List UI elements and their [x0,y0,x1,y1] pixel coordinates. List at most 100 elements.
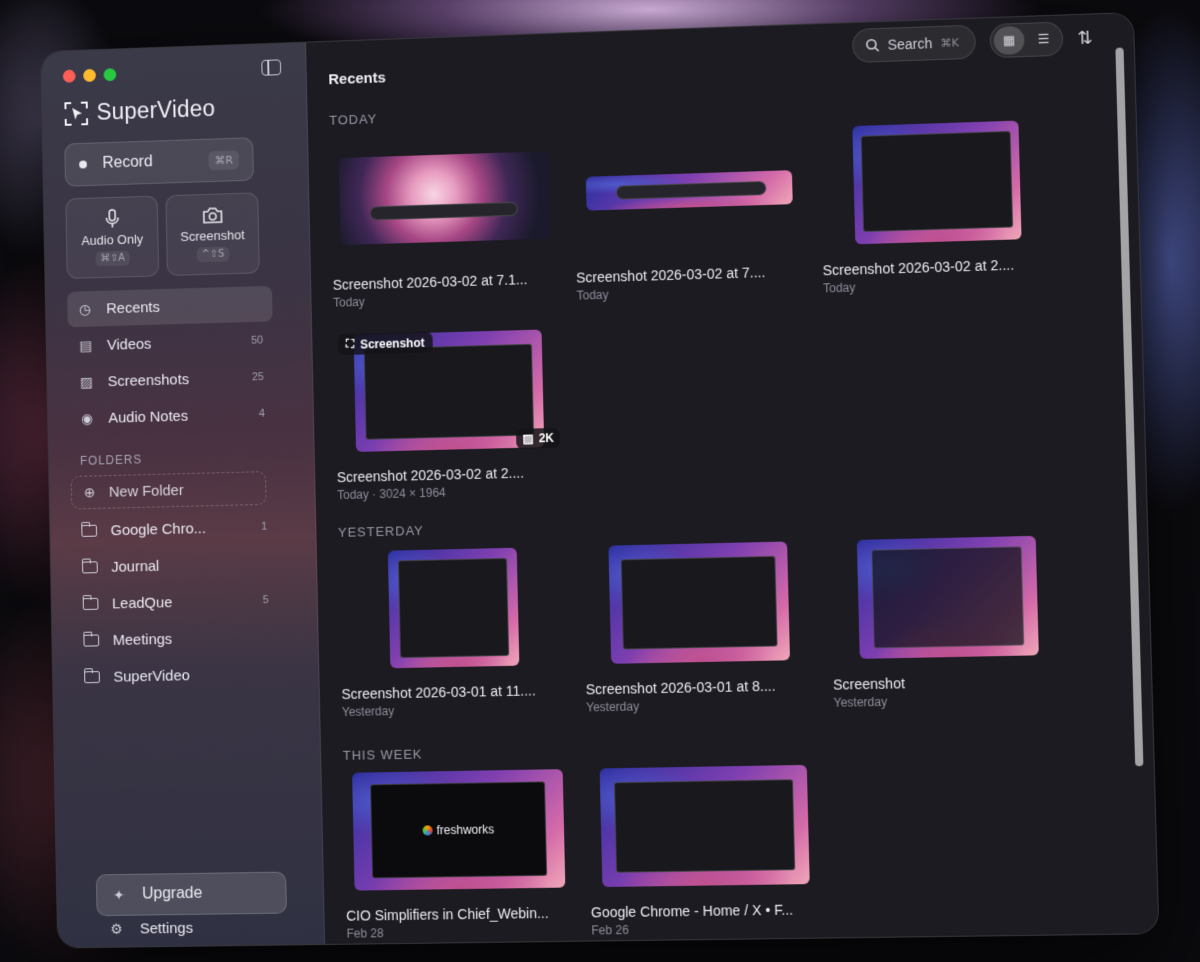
search-label: Search [887,35,932,53]
app-logo: SuperVideo [63,95,215,127]
thumbnail [819,114,1055,250]
app-window: SuperVideo Record ⌘R Audio Only ⌘⇧A Scre… [40,12,1159,949]
group-title-this-week: THIS WEEK [343,747,423,763]
item-title: Screenshot 2026-03-02 at 2.... [337,464,565,486]
sidebar-item-folder-leadque[interactable]: LeadQue 5 [73,582,279,622]
recent-item[interactable]: Screenshot Yesterday [829,530,1068,710]
folder-icon [83,598,99,610]
sidebar-toggle-icon[interactable] [261,59,281,75]
thumbnail: freshworks [343,764,574,896]
screenshot-button[interactable]: Screenshot ^⇧S [165,192,259,276]
nav-label: Audio Notes [108,406,245,426]
image-badge-icon: ▨ [522,431,534,445]
upgrade-label: Upgrade [142,884,272,904]
app-name: SuperVideo [96,95,215,126]
recent-item[interactable]: Screenshot 2026-03-01 at 8.... Yesterday [582,536,817,715]
thumbnail [587,760,822,893]
sidebar-item-folder-google-chrome[interactable]: Google Chro... 1 [71,509,277,549]
item-meta: Today · 3024 × 1964 [337,483,565,503]
freshworks-logo: freshworks [422,822,494,837]
thumbnail [573,123,806,258]
thumbnail-image [852,121,1021,245]
recent-item[interactable]: ⛶ Screenshot ▨ 2K Screenshot 2026-03-02 … [334,324,566,502]
waveform-icon: ◉ [79,410,95,427]
screenshot-badge-label: Screenshot [360,335,425,351]
record-button[interactable]: Record ⌘R [64,137,254,187]
folder-icon [84,671,100,683]
item-date: Yesterday [586,696,818,714]
nav-count: 50 [251,334,263,346]
resolution-label: 2K [539,431,555,445]
camera-icon [201,206,223,224]
thumbnail-image [586,170,793,210]
cursor-frame-icon [63,100,89,126]
new-folder-button[interactable]: ⊕ New Folder [71,471,267,509]
sidebar-item-folder-meetings[interactable]: Meetings [73,619,279,659]
sort-icon[interactable]: ⇅ [1077,27,1093,49]
minimize-button[interactable] [83,69,96,82]
folder-icon [82,561,98,573]
sidebar-item-folder-journal[interactable]: Journal [72,545,278,585]
item-dimensions: 3024 × 1964 [379,486,446,502]
thumbnail-image [600,765,810,887]
item-date: Today [333,289,561,310]
recent-item[interactable]: Screenshot 2026-03-02 at 7.1... Today [330,131,561,310]
upgrade-button[interactable]: ✦ Upgrade [96,872,287,917]
sidebar-item-screenshots[interactable]: ▨ Screenshots 25 [68,359,274,400]
sidebar: SuperVideo Record ⌘R Audio Only ⌘⇧A Scre… [41,43,325,948]
thumbnail [829,530,1066,664]
settings-button[interactable]: ⚙ Settings [108,920,193,938]
item-title: Screenshot 2026-03-01 at 11.... [341,682,570,702]
item-date: Yesterday [833,691,1067,710]
thumbnail: ⛶ Screenshot ▨ 2K [334,324,565,457]
thumbnail-image [339,151,550,245]
item-title: CIO Simplifiers in Chief_Webin... [346,905,575,924]
close-button[interactable] [63,70,76,83]
resolution-badge: ▨ 2K [516,428,560,449]
nav-label: Videos [107,333,238,353]
sidebar-item-audio-notes[interactable]: ◉ Audio Notes 4 [69,396,275,437]
item-title: Google Chrome - Home / X • F... [591,901,823,920]
search-button[interactable]: Search ⌘K [852,25,976,63]
freshworks-logo-text: freshworks [436,822,494,837]
sidebar-item-videos[interactable]: ▤ Videos 50 [68,322,274,363]
sidebar-item-recents[interactable]: ◷ Recents [67,286,273,328]
group-title-today: TODAY [329,111,377,127]
record-dot-icon [79,160,87,168]
sidebar-item-folder-supervideo[interactable]: SuperVideo [74,656,280,696]
plus-circle-icon: ⊕ [81,484,97,501]
thumbnail-image: freshworks [352,769,565,890]
thumbnail [330,131,560,265]
clock-icon: ◷ [77,300,93,317]
gear-icon: ⚙ [108,921,124,938]
folder-label: Journal [111,555,254,575]
item-date: Today [337,487,369,502]
recent-item[interactable]: Screenshot 2026-03-02 at 2.... Today [819,114,1057,295]
item-title: Screenshot 2026-03-01 at 8.... [586,677,818,698]
screenshot-badge-icon: ⛶ [346,337,355,352]
recent-item[interactable]: Google Chrome - Home / X • F... Feb 26 [587,760,823,938]
recent-item[interactable]: freshworks CIO Simplifiers in Chief_Webi… [343,764,575,941]
record-shortcut: ⌘R [209,150,239,170]
folder-list: Google Chro... 1 Journal LeadQue 5 Meeti… [71,509,280,697]
new-folder-label: New Folder [109,480,256,500]
list-view-icon[interactable]: ☰ [1028,25,1059,54]
recent-item[interactable]: Screenshot 2026-03-02 at 7.... Today [573,123,807,303]
microphone-icon [104,209,120,229]
screenshot-badge: ⛶ Screenshot [338,332,433,356]
folder-icon [83,634,99,646]
item-date: Feb 28 [346,924,575,941]
search-icon [865,38,879,53]
sidebar-nav: ◷ Recents ▤ Videos 50 ▨ Screenshots 25 ◉… [67,286,275,438]
item-date: Feb 26 [591,920,823,937]
folder-icon [81,525,97,537]
image-icon: ▨ [78,373,94,390]
recent-item[interactable]: Screenshot 2026-03-01 at 11.... Yesterda… [338,542,570,719]
record-label: Record [102,152,193,173]
audio-only-button[interactable]: Audio Only ⌘⇧A [65,196,159,280]
grid-view-icon[interactable]: ▦ [993,26,1024,55]
folder-count: 5 [262,594,268,606]
item-title: Screenshot [833,672,1067,693]
audio-only-label: Audio Only [81,231,143,248]
zoom-button[interactable] [104,68,117,81]
